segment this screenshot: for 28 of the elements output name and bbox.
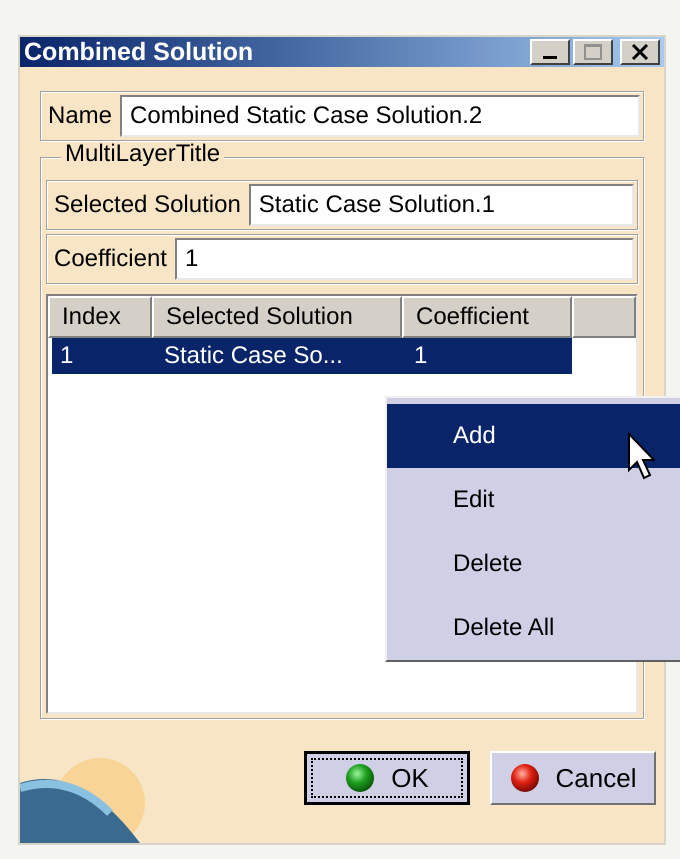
- close-icon: [631, 44, 649, 60]
- minimize-button[interactable]: [530, 39, 570, 65]
- field-label: Name: [47, 101, 114, 131]
- window-title: Combined Solution: [24, 40, 254, 64]
- menu-item[interactable]: Edit: [387, 468, 680, 532]
- group-title: MultiLayerTitle: [61, 142, 224, 166]
- table-row[interactable]: 1 Static Case So... 1: [52, 338, 572, 374]
- column-header[interactable]: Index: [48, 296, 152, 338]
- menu-item[interactable]: Add: [387, 404, 680, 468]
- maximize-button[interactable]: [573, 39, 613, 65]
- table-cell-text: 1: [413, 341, 428, 371]
- table-cell-text: 1: [59, 341, 74, 371]
- ball-icon: [510, 763, 540, 793]
- ball-icon: [345, 763, 376, 793]
- close-button[interactable]: [620, 39, 660, 65]
- menu-item[interactable]: Delete: [387, 532, 680, 596]
- column-header[interactable]: Selected Solution: [152, 296, 402, 338]
- mouse-pointer-icon: [627, 432, 655, 482]
- field-label: Selected Solution: [53, 190, 242, 220]
- text-field[interactable]: Static Case Solution.1: [248, 184, 634, 226]
- ok-button[interactable]: OK: [304, 751, 470, 805]
- column-header[interactable]: Coefficient: [402, 296, 572, 338]
- table-cell-text: Static Case So...: [163, 341, 344, 371]
- text-field[interactable]: Combined Static Case Solution.2: [120, 95, 640, 137]
- field-label: Coefficient: [53, 244, 168, 274]
- menu-item[interactable]: Delete All: [387, 596, 680, 660]
- text-field[interactable]: 1: [174, 238, 634, 280]
- cancel-button[interactable]: Cancel: [490, 751, 656, 805]
